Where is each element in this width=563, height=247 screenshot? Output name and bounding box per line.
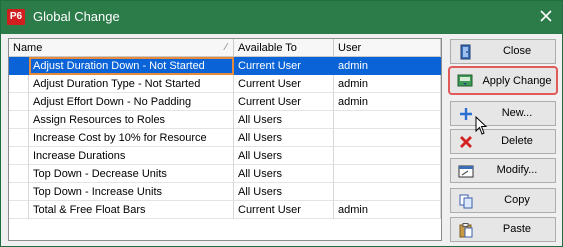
list-header: Name ⁄ Available To User [9, 39, 441, 57]
row-name[interactable]: Adjust Effort Down - No Padding [29, 93, 234, 111]
row-available-to: Current User [234, 201, 334, 219]
row-available-to: All Users [234, 147, 334, 165]
row-user: admin [334, 93, 441, 111]
list-row[interactable]: Top Down - Decrease Units All Users [9, 165, 441, 183]
list-row[interactable]: Assign Resources to Roles All Users [9, 111, 441, 129]
row-indicator[interactable] [9, 111, 29, 129]
row-indicator[interactable] [9, 147, 29, 165]
modify-button-label: Modify... [496, 164, 538, 176]
row-indicator[interactable] [9, 201, 29, 219]
row-indicator[interactable] [9, 183, 29, 201]
close-button[interactable]: Close [450, 39, 556, 64]
row-user [334, 129, 441, 147]
paste-button-label: Paste [502, 223, 532, 235]
list-row[interactable]: Adjust Duration Down - Not Started Curren… [9, 57, 441, 75]
row-indicator[interactable] [9, 165, 29, 183]
row-user [334, 183, 441, 201]
list-row[interactable]: Top Down - Increase Units All Users [9, 183, 441, 201]
row-user: admin [334, 75, 441, 93]
column-header-user[interactable]: User [334, 39, 441, 57]
modify-button[interactable]: Modify... [450, 158, 556, 183]
column-header-available-to-label: Available To [238, 42, 297, 54]
row-name[interactable]: Adjust Duration Down - Not Started [29, 57, 234, 75]
paste-clipboard-icon [459, 223, 473, 238]
row-name[interactable]: Total & Free Float Bars [29, 201, 234, 219]
column-header-user-label: User [338, 42, 362, 54]
modify-window-icon [458, 165, 474, 178]
paste-button[interactable]: Paste [450, 217, 556, 242]
copy-icon [459, 194, 473, 209]
row-available-to: All Users [234, 111, 334, 129]
row-user: admin [334, 201, 441, 219]
delete-button-label: Delete [501, 135, 533, 147]
row-name[interactable]: Increase Durations [29, 147, 234, 165]
list-row[interactable]: Adjust Effort Down - No Padding Current U… [9, 93, 441, 111]
column-header-name-label: Name [13, 42, 43, 54]
column-header-name[interactable]: Name ⁄ [9, 39, 234, 57]
list-row[interactable]: Increase Cost by 10% for Resource All Use… [9, 129, 441, 147]
p6-app-icon: P6 [7, 9, 25, 25]
delete-button[interactable]: Delete [450, 129, 556, 154]
dialog-body: Name ⁄ Available To User Adjust Duration… [1, 34, 562, 246]
row-name[interactable]: Increase Cost by 10% for Resource [29, 129, 234, 147]
row-available-to: Current User [234, 75, 334, 93]
column-header-available-to[interactable]: Available To [234, 39, 334, 57]
apply-change-button[interactable]: Apply Change [448, 66, 558, 95]
plus-icon [460, 108, 472, 120]
window-title: Global Change [33, 9, 120, 24]
global-change-dialog: P6 Global Change Name ⁄ Available To Use… [0, 0, 563, 247]
row-available-to: All Users [234, 129, 334, 147]
row-available-to: Current User [234, 57, 334, 75]
row-indicator[interactable] [9, 129, 29, 147]
list-row[interactable]: Total & Free Float Bars Current User admin [9, 201, 441, 219]
row-name[interactable]: Top Down - Decrease Units [29, 165, 234, 183]
row-user: admin [334, 57, 441, 75]
row-indicator[interactable] [9, 93, 29, 111]
row-user [334, 147, 441, 165]
row-name[interactable]: Assign Resources to Roles [29, 111, 234, 129]
row-available-to: All Users [234, 183, 334, 201]
row-name[interactable]: Adjust Duration Type - Not Started [29, 75, 234, 93]
close-button-label: Close [502, 45, 532, 57]
row-available-to: Current User [234, 93, 334, 111]
list-row[interactable]: Adjust Duration Type - Not Started Curren… [9, 75, 441, 93]
row-available-to: All Users [234, 165, 334, 183]
row-name[interactable]: Top Down - Increase Units [29, 183, 234, 201]
list-row[interactable]: Increase Durations All Users [9, 147, 441, 165]
row-user [334, 165, 441, 183]
apply-change-button-label: Apply Change [482, 75, 552, 87]
mouse-pointer-icon [475, 116, 488, 135]
row-user [334, 111, 441, 129]
apply-change-icon [457, 74, 473, 87]
row-indicator[interactable] [9, 57, 29, 75]
row-indicator[interactable] [9, 75, 29, 93]
title-bar: P6 Global Change [1, 1, 562, 34]
close-window-icon[interactable] [538, 8, 554, 24]
global-change-list[interactable]: Name ⁄ Available To User Adjust Duration… [8, 38, 442, 241]
close-door-icon [460, 44, 471, 60]
copy-button[interactable]: Copy [450, 188, 556, 213]
copy-button-label: Copy [504, 194, 530, 206]
delete-x-icon [460, 136, 472, 148]
new-button[interactable]: New... [450, 101, 556, 126]
new-button-label: New... [501, 107, 533, 119]
column-resize-handle[interactable]: ⁄ [225, 39, 227, 57]
